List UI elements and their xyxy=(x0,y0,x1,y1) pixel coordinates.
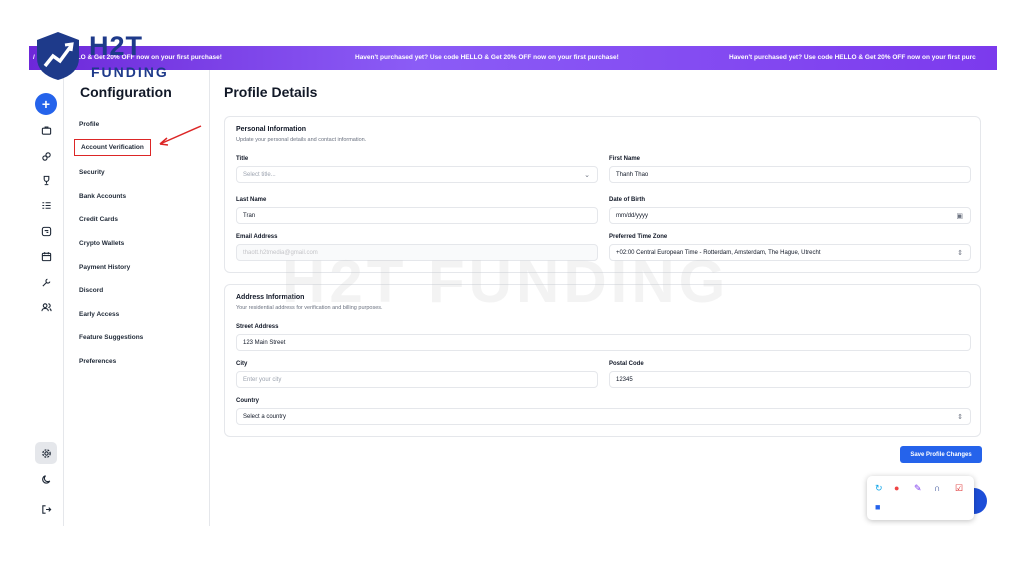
link-icon[interactable] xyxy=(35,145,57,167)
sidebar-item-payment-history[interactable]: Payment History xyxy=(79,264,130,271)
save-profile-button[interactable]: Save Profile Changes xyxy=(900,446,982,463)
last-name-field[interactable]: Tran xyxy=(236,207,598,224)
postal-value: 12345 xyxy=(616,376,633,383)
logout-icon[interactable] xyxy=(35,498,57,520)
sync-icon[interactable]: ↻ xyxy=(875,483,883,494)
promo-message: Haven't purchased yet? Use code HELLO & … xyxy=(729,54,976,61)
city-label: City xyxy=(236,361,248,367)
updown-chevron-icon: ⇕ xyxy=(957,249,963,257)
shield-logo-icon xyxy=(37,32,79,80)
add-button[interactable]: + xyxy=(35,93,57,115)
first-name-field[interactable]: Thanh Thao xyxy=(609,166,971,183)
country-select[interactable]: Select a country ⇕ xyxy=(236,408,971,425)
logo-text-sub: FUNDING xyxy=(91,64,169,80)
list-icon[interactable] xyxy=(35,194,57,216)
watermark: H2T FUNDING xyxy=(282,248,730,315)
chevron-down-icon: ⌄ xyxy=(584,171,590,179)
dob-placeholder: mm/dd/yyyy xyxy=(616,212,649,219)
taskbar-tray-popup: ↻ ● ✎ ∩ ☑ ■ xyxy=(867,476,974,520)
trophy-icon[interactable] xyxy=(35,169,57,191)
first-name-label: First Name xyxy=(609,156,641,162)
dob-field[interactable]: mm/dd/yyyy ▣ xyxy=(609,207,971,224)
sidebar-item-preferences[interactable]: Preferences xyxy=(79,358,116,365)
title-label: Title xyxy=(236,156,249,162)
sidebar-item-security[interactable]: Security xyxy=(79,169,105,176)
sidebar-title: Configuration xyxy=(80,84,172,100)
checklist-icon[interactable]: ☑ xyxy=(955,483,963,494)
postal-label: Postal Code xyxy=(609,361,644,367)
sidebar-item-bank-accounts[interactable]: Bank Accounts xyxy=(79,193,126,200)
card-title: Personal Information xyxy=(236,126,307,133)
sidebar-item-account-verification[interactable]: Account Verification xyxy=(74,139,151,156)
city-placeholder: Enter your city xyxy=(243,376,282,383)
street-field[interactable]: 123 Main Street xyxy=(236,334,971,351)
sidebar-item-crypto-wallets[interactable]: Crypto Wallets xyxy=(79,240,124,247)
sidebar-item-early-access[interactable]: Early Access xyxy=(79,311,119,318)
sidebar-item-discord[interactable]: Discord xyxy=(79,287,103,294)
app-icon[interactable]: ■ xyxy=(875,502,880,512)
pen-icon[interactable]: ✎ xyxy=(914,483,922,494)
users-icon[interactable] xyxy=(35,296,57,318)
page-title: Profile Details xyxy=(224,84,318,100)
street-label: Street Address xyxy=(236,324,279,330)
logo-text-main: H2T xyxy=(89,31,144,61)
brand-logo: H2T FUNDING xyxy=(33,30,193,84)
arc-icon[interactable]: ∩ xyxy=(934,483,940,493)
moon-icon[interactable] xyxy=(35,468,57,490)
title-select-placeholder: Select title... xyxy=(243,171,276,178)
calendar-icon[interactable] xyxy=(35,245,57,267)
title-select[interactable]: Select title... ⌄ xyxy=(236,166,598,183)
timezone-label: Preferred Time Zone xyxy=(609,234,668,240)
street-value: 123 Main Street xyxy=(243,339,286,346)
postal-field[interactable]: 12345 xyxy=(609,371,971,388)
promo-message: Haven't purchased yet? Use code HELLO & … xyxy=(355,54,619,61)
country-placeholder: Select a country xyxy=(243,413,287,420)
first-name-value: Thanh Thao xyxy=(616,171,649,178)
sidebar-item-feature-suggestions[interactable]: Feature Suggestions xyxy=(79,334,143,341)
annotation-arrow-icon xyxy=(159,125,202,146)
email-label: Email Address xyxy=(236,234,278,240)
sidebar-item-profile[interactable]: Profile xyxy=(79,121,99,128)
city-field[interactable]: Enter your city xyxy=(236,371,598,388)
last-name-label: Last Name xyxy=(236,197,267,203)
sidebar-item-credit-cards[interactable]: Credit Cards xyxy=(79,216,118,223)
gear-icon[interactable] xyxy=(35,442,57,464)
calendar-picker-icon[interactable]: ▣ xyxy=(956,212,963,220)
icon-rail: + xyxy=(29,70,64,526)
exchange-icon[interactable] xyxy=(35,220,57,242)
card-subtitle: Update your personal details and contact… xyxy=(236,137,367,143)
dob-label: Date of Birth xyxy=(609,197,645,203)
wrench-icon[interactable] xyxy=(35,271,57,293)
briefcase-icon[interactable] xyxy=(35,119,57,141)
country-label: Country xyxy=(236,398,259,404)
last-name-value: Tran xyxy=(243,212,256,219)
chrome-icon[interactable]: ● xyxy=(894,483,899,493)
updown-chevron-icon: ⇕ xyxy=(957,413,963,421)
